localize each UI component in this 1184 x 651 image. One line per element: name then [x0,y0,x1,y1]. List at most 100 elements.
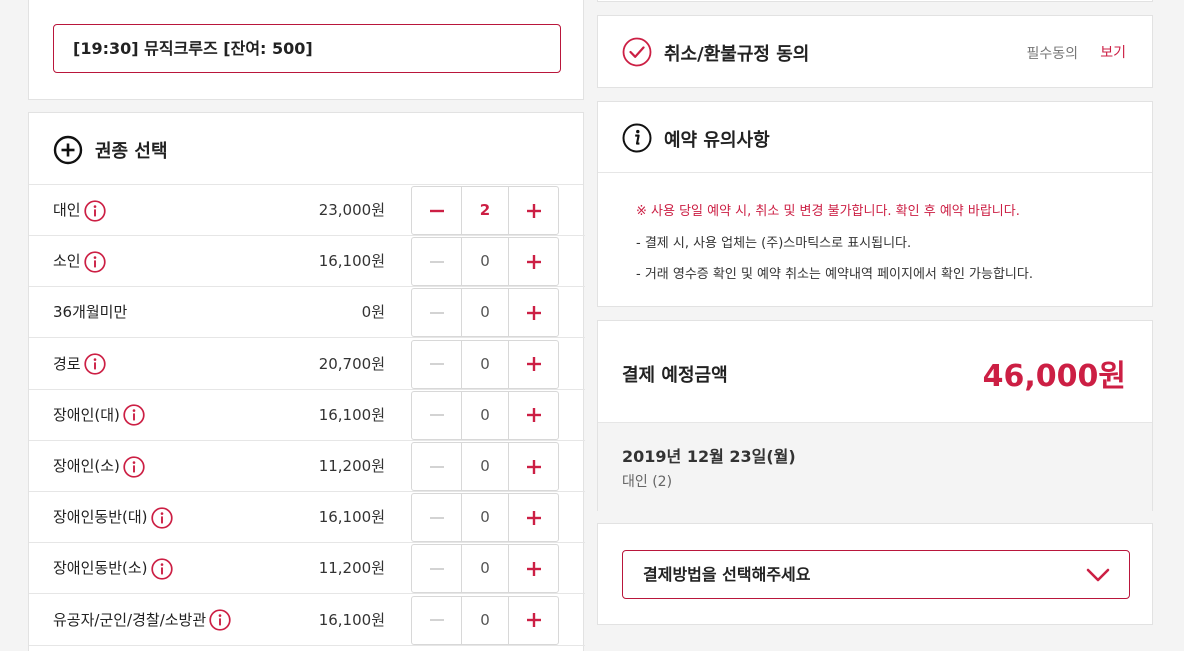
notice-warning: ※ 사용 당일 예약 시, 취소 및 변경 불가합니다. 확인 후 예약 바랍니… [636,204,1020,219]
payment-method-placeholder: 결제방법을 선택해주세요 [643,565,811,584]
quantity-stepper: 0 [411,288,559,338]
info-icon[interactable] [123,455,145,478]
quantity-value: 0 [461,391,509,439]
info-icon[interactable] [150,558,173,580]
minus-icon [429,209,444,212]
ticket-price: 11,200원 [318,457,385,475]
info-icon[interactable] [83,353,106,375]
increase-button[interactable] [509,545,558,592]
ticket-label-text: 36개월미만 [53,303,128,322]
quantity-stepper: 0 [411,237,559,287]
decrease-button[interactable] [412,238,461,285]
notice-line: - 결제 시, 사용 업체는 (주)스마틱스로 표시됩니다. [636,236,912,251]
quantity-stepper: 0 [411,544,559,594]
ticket-row: 36개월미만 0원 0 [29,287,585,339]
notice-line: - 거래 영수증 확인 및 예약 취소는 예약내역 페이지에서 확인 가능합니다… [636,267,1033,282]
decrease-button[interactable] [412,597,461,644]
increase-button[interactable] [509,187,558,234]
quantity-value: 0 [461,545,509,593]
schedule-select[interactable]: [19:30] 뮤직크루즈 [잔여: 500] [53,24,561,73]
payment-total-label: 결제 예정금액 [622,365,728,386]
decrease-button[interactable] [412,494,461,541]
booking-notice-panel: 예약 유의사항 ※ 사용 당일 예약 시, 취소 및 변경 불가합니다. 확인 … [597,101,1153,307]
ticket-label: 36개월미만 [53,287,127,338]
quantity-value: 0 [461,596,509,644]
ticket-row: 소인 16,100원 0 [29,236,585,288]
ticket-label: 장애인동반(소) [53,543,173,594]
ticket-price: 23,000원 [318,201,385,219]
ticket-row: 유공자/군인/경찰/소방관 16,100원 0 [29,595,585,646]
booking-notice-header: 예약 유의사항 [598,102,1152,173]
quantity-stepper: 0 [411,442,559,491]
schedule-panel: [19:30] 뮤직크루즈 [잔여: 500] [28,0,584,100]
ticket-price: 11,200원 [318,559,385,578]
ticket-price: 20,700원 [318,354,385,373]
increase-button[interactable] [509,392,558,439]
payment-method-select[interactable]: 결제방법을 선택해주세요 [622,550,1130,599]
quantity-stepper: 0 [411,339,559,389]
increase-button[interactable] [509,341,558,388]
ticket-row: 장애인동반(소) 11,200원 0 [29,543,585,595]
ticket-price: 0원 [361,303,385,322]
info-icon[interactable] [123,404,145,426]
ticket-label: 경로 [53,339,106,390]
ticket-label: 유공자/군인/경찰/소방관 [53,595,231,646]
plus-icon [526,408,541,423]
decrease-button[interactable] [412,443,461,490]
plus-icon [526,357,541,372]
minus-icon [429,619,444,621]
info-icon[interactable] [83,251,106,273]
ticket-label-text: 장애인동반(소) [53,559,148,578]
quantity-value: 0 [461,289,509,337]
minus-icon [429,260,444,263]
view-policy-link[interactable]: 보기 [1100,42,1126,62]
booking-notice-title: 예약 유의사항 [664,130,770,151]
ticket-label-text: 소인 [53,252,81,271]
increase-button[interactable] [509,494,558,541]
plus-icon [526,203,541,218]
ticket-type-header: 권종 선택 [29,113,583,185]
ticket-label: 소인 [53,236,106,287]
booking-date: 2019년 12월 23일(월) [622,447,796,466]
ticket-price: 16,100원 [318,252,385,271]
ticket-type-title: 권종 선택 [95,141,168,162]
increase-button[interactable] [509,443,558,490]
ticket-row: 대인 23,000원 2 [29,185,585,236]
plus-icon [526,459,541,474]
ticket-label-text: 장애인(대) [53,405,120,424]
payment-total-amount: 46,000원 [982,359,1126,394]
decrease-button[interactable] [412,392,461,439]
chevron-down-icon [1086,568,1110,582]
increase-button[interactable] [509,289,558,336]
quantity-value: 0 [461,340,509,388]
plus-icon [526,510,541,525]
quantity-value: 0 [461,238,509,286]
minus-icon [429,516,444,519]
info-icon[interactable] [83,199,106,222]
required-agreement-label: 필수동의 [1026,46,1078,62]
payment-total-section: 결제 예정금액 46,000원 [598,321,1152,423]
quantity-value: 0 [461,443,509,490]
minus-icon [429,312,444,314]
quantity-value: 0 [461,494,509,542]
info-icon[interactable] [150,507,173,529]
info-icon[interactable] [209,609,231,631]
decrease-button[interactable] [412,289,461,336]
check-circle-icon[interactable] [622,37,652,67]
minus-icon [429,465,444,468]
ticket-label-text: 유공자/군인/경찰/소방관 [53,610,207,629]
refund-agreement-title: 취소/환불규정 동의 [664,44,810,65]
ticket-label-text: 장애인동반(대) [53,508,148,527]
ticket-price: 16,100원 [318,508,385,527]
plus-icon [526,561,541,576]
plus-icon [526,613,541,628]
decrease-button[interactable] [412,341,461,388]
plus-circle-icon [53,135,83,165]
minus-icon [429,568,444,570]
increase-button[interactable] [509,597,558,644]
decrease-button[interactable] [412,187,461,234]
ticket-label: 장애인동반(대) [53,492,173,543]
increase-button[interactable] [509,238,558,285]
quantity-stepper: 0 [411,390,559,440]
decrease-button[interactable] [412,545,461,592]
